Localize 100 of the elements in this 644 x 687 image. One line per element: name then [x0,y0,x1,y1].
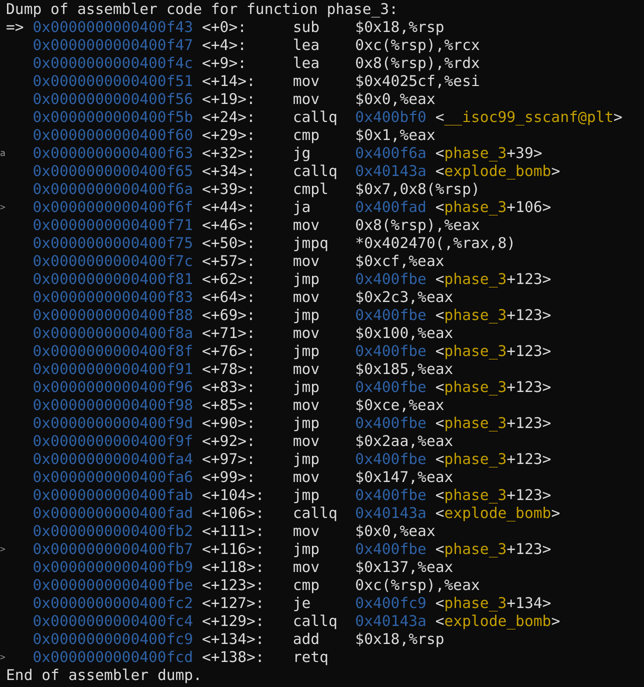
mnemonic-text: cmp [292,577,321,595]
address-text: 0x0000000000400f81 [32,271,194,289]
mnemonic-text: jmp [292,307,321,325]
operand-text: *0x402470(,%rax,8) [355,235,516,253]
address-text: 0x0000000000400f60 [32,127,194,145]
mnemonic-text: cmpl [292,181,330,199]
address-text: 0x0000000000400fcd [32,649,194,667]
address-text: 0x0000000000400fc4 [32,613,194,631]
mnemonic-text: cmp [292,127,321,145]
address-text: 0x0000000000400f75 [32,235,194,253]
offset-text: <+19>: [202,91,256,109]
footer-text: End of assembler dump. [6,667,202,685]
offset-text: <+99>: [202,469,256,487]
offset-text: <+57>: [202,253,256,271]
mnemonic-text: callq [292,613,338,631]
operand-text: $0x185,%eax [355,361,454,379]
gutter-mark: > [0,653,6,663]
address-text: 0x0000000000400f96 [32,379,194,397]
offset-text: <+9>: [202,55,248,73]
address-text: 0x0000000000400f9f [32,433,194,451]
address-text: 0x0000000000400f8a [32,325,194,343]
mnemonic-text: ja [292,199,312,217]
address-text: 0x0000000000400f88 [32,307,194,325]
address-text: 0x0000000000400f71 [32,217,194,235]
offset-text: <+76>: [202,343,256,361]
address-text: 0x0000000000400f6f [32,199,194,217]
operand-text: $0x18,%rsp [355,19,444,37]
mnemonic-text: lea [292,37,321,55]
mnemonic-text: jmp [292,487,321,505]
address-text: 0x0000000000400f51 [32,73,194,91]
offset-text: <+83>: [202,379,256,397]
gutter-mark: > [0,203,6,213]
mnemonic-text: jmp [292,343,321,361]
mnemonic-text: mov [292,559,321,577]
offset-text: <+34>: [202,163,256,181]
mnemonic-text: mov [292,325,321,343]
offset-text: <+29>: [202,127,256,145]
offset-text: <+62>: [202,271,256,289]
offset-text: <+123>: [202,577,266,595]
mnemonic-text: lea [292,55,321,73]
address-text: 0x0000000000400fa6 [32,469,194,487]
mnemonic-text: jmp [292,541,321,559]
offset-text: <+97>: [202,451,256,469]
address-text: 0x0000000000400f91 [32,361,194,379]
address-text: 0x0000000000400f4c [32,55,194,73]
operand-text: $0xce,%eax [355,397,444,415]
address-text: 0x0000000000400fb7 [32,541,194,559]
offset-text: <+106>: [202,505,266,523]
address-text: 0x0000000000400f63 [32,145,194,163]
mnemonic-text: mov [292,469,321,487]
address-text: 0x0000000000400f9d [32,415,194,433]
address-text: 0x0000000000400f47 [32,37,194,55]
address-text: 0x0000000000400fb2 [32,523,194,541]
offset-text: <+92>: [202,433,256,451]
address-text: 0x0000000000400f83 [32,289,194,307]
address-text: 0x0000000000400f6a [32,181,194,199]
mnemonic-text: jmp [292,379,321,397]
operand-text: 0x40143a <explode_bomb> [355,505,560,523]
mnemonic-text: mov [292,433,321,451]
address-text: 0x0000000000400f65 [32,163,194,181]
offset-text: <+129>: [202,613,266,631]
offset-text: <+104>: [202,487,266,505]
offset-text: <+116>: [202,541,266,559]
mnemonic-text: je [292,595,312,613]
mnemonic-text: callq [292,163,338,181]
mnemonic-text: sub [292,19,321,37]
operand-text: $0x7,0x8(%rsp) [355,181,480,199]
operand-text: 0x400bf0 <__isoc99_sscanf@plt> [355,109,622,127]
offset-text: <+32>: [202,145,256,163]
operand-text: $0x2c3,%eax [355,289,454,307]
operand-text: $0x137,%eax [355,559,454,577]
operand-text: 0x8(%rsp),%rdx [355,55,480,73]
operand-text: $0x18,%rsp [355,631,444,649]
mnemonic-text: mov [292,253,321,271]
operand-text: $0x0,%eax [355,91,436,109]
operand-text: 0xc(%rsp),%eax [355,577,480,595]
gutter-mark: a [0,149,6,159]
offset-text: <+64>: [202,289,256,307]
offset-text: <+0>: [202,19,248,37]
offset-text: <+78>: [202,361,256,379]
mnemonic-text: mov [292,397,321,415]
operand-text: 0x400fbe <phase_3+123> [355,451,552,469]
mnemonic-text: jmp [292,415,321,433]
operand-text: 0x400fc9 <phase_3+134> [355,595,552,613]
offset-text: <+71>: [202,325,256,343]
operand-text: 0x40143a <explode_bomb> [355,613,560,631]
offset-text: <+39>: [202,181,256,199]
mnemonic-text: mov [292,91,321,109]
operand-text: 0x400fbe <phase_3+123> [355,271,552,289]
operand-text: $0x147,%eax [355,469,454,487]
mnemonic-text: jmpq [292,235,330,253]
operand-text: 0x400fbe <phase_3+123> [355,379,552,397]
address-text: 0x0000000000400fb9 [32,559,194,577]
address-text: 0x0000000000400fc2 [32,595,194,613]
address-text: 0x0000000000400fc9 [32,631,194,649]
operand-text: 0xc(%rsp),%rcx [355,37,480,55]
operand-text: 0x400fbe <phase_3+123> [355,343,552,361]
address-text: 0x0000000000400f7c [32,253,194,271]
offset-text: <+111>: [202,523,266,541]
mnemonic-text: callq [292,505,338,523]
